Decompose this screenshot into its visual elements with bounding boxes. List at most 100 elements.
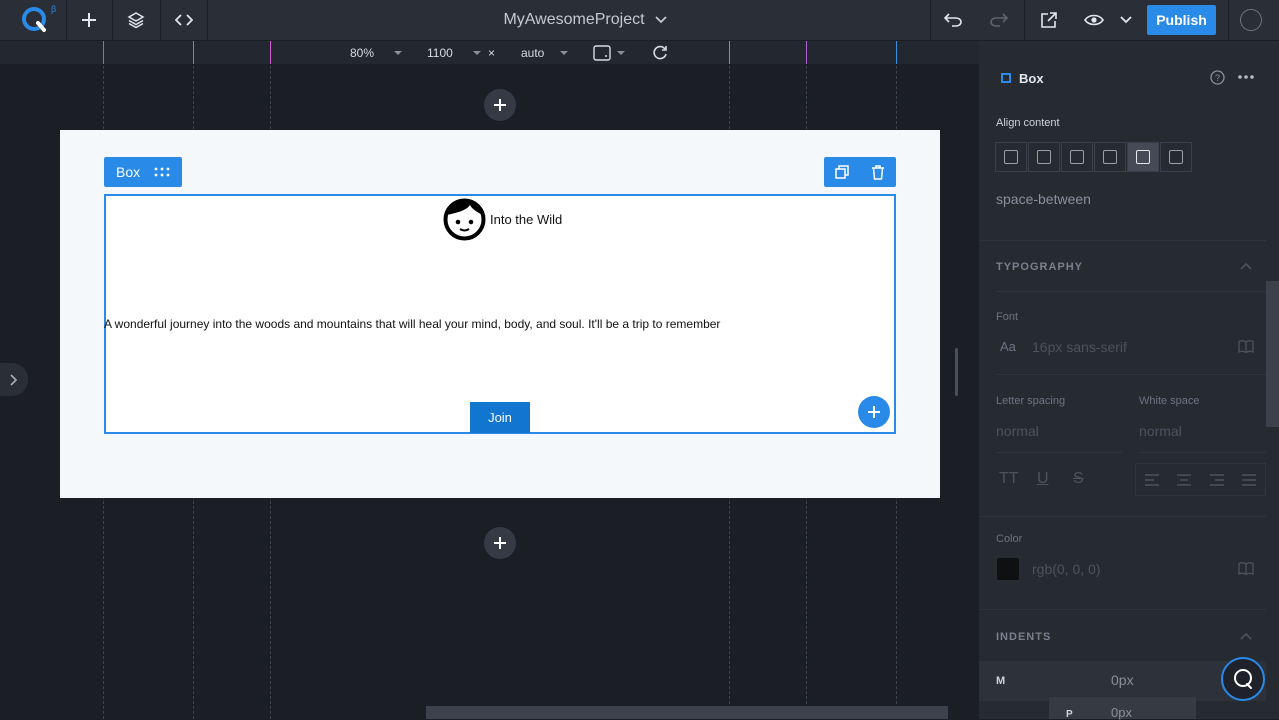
align-right-icon[interactable] xyxy=(1209,473,1224,486)
typography-section-title: TYPOGRAPHY xyxy=(996,261,1084,273)
book-icon[interactable] xyxy=(1238,340,1254,353)
refresh-button[interactable] xyxy=(652,41,668,64)
more-icon[interactable] xyxy=(1238,75,1254,79)
align-content-options xyxy=(995,142,1193,174)
strikethrough-icon[interactable]: S xyxy=(1073,470,1084,488)
align-stretch-option[interactable] xyxy=(1094,142,1126,172)
preview-menu-button[interactable] xyxy=(1115,0,1137,40)
align-end-option[interactable] xyxy=(1061,142,1093,172)
text-transform-icon[interactable]: TT xyxy=(999,470,1019,488)
undo-button[interactable] xyxy=(931,0,975,40)
external-link-icon xyxy=(1041,12,1057,28)
margin-label: M xyxy=(996,675,1006,687)
refresh-icon xyxy=(653,45,667,59)
redo-button[interactable] xyxy=(977,0,1021,40)
chevron-up-icon[interactable] xyxy=(1240,262,1252,270)
paragraph-text: A wonderful journey into the woods and m… xyxy=(104,317,721,331)
project-selector[interactable]: MyAwesomeProject xyxy=(470,0,700,40)
add-section-above-button[interactable] xyxy=(484,89,516,121)
left-panel-toggle[interactable] xyxy=(0,363,28,396)
layers-button[interactable] xyxy=(113,0,159,40)
plus-icon xyxy=(868,406,880,418)
eye-icon xyxy=(1084,14,1104,26)
align-content-label: Align content xyxy=(996,117,1060,129)
zoom-select[interactable]: 80% xyxy=(350,41,403,64)
project-name: MyAwesomeProject xyxy=(503,11,645,28)
width-select[interactable]: 1100 xyxy=(427,41,481,64)
align-center-text-icon[interactable] xyxy=(1177,473,1192,486)
letter-spacing-value[interactable]: normal xyxy=(996,423,1039,439)
join-button[interactable]: Join xyxy=(470,402,530,433)
add-element-button[interactable] xyxy=(67,0,111,40)
undo-icon xyxy=(944,13,962,27)
times-sign: × xyxy=(488,45,496,60)
add-section-below-button[interactable] xyxy=(484,527,516,559)
app-logo[interactable]: β xyxy=(10,0,60,40)
selection-tools xyxy=(824,157,896,187)
chat-support-button[interactable] xyxy=(1221,657,1265,701)
trash-icon[interactable] xyxy=(871,164,885,180)
user-avatar[interactable] xyxy=(1240,9,1262,31)
align-space-between-option[interactable] xyxy=(1127,142,1159,172)
margin-value[interactable]: 0px xyxy=(1111,672,1134,688)
add-inside-button[interactable] xyxy=(858,396,890,428)
color-value[interactable]: rgb(0, 0, 0) xyxy=(1032,561,1100,577)
white-space-label: White space xyxy=(1139,395,1200,407)
canvas-resize-handle[interactable] xyxy=(955,348,958,396)
chevron-up-icon[interactable] xyxy=(1240,632,1252,640)
horizontal-scrollbar[interactable] xyxy=(426,706,948,719)
viewport-toolbar: 80% 1100 × auto xyxy=(0,41,979,64)
align-stretch-icon xyxy=(1103,150,1117,164)
align-space-between-icon xyxy=(1136,150,1150,164)
caret-down-icon xyxy=(472,50,481,55)
underline-icon[interactable]: U xyxy=(1037,470,1049,488)
padding-value[interactable]: 0px xyxy=(1111,705,1132,720)
align-justify-icon[interactable] xyxy=(1241,473,1256,486)
device-select[interactable] xyxy=(593,41,625,64)
layers-icon xyxy=(127,12,145,29)
align-start-icon xyxy=(1004,150,1018,164)
duplicate-icon[interactable] xyxy=(835,165,849,179)
code-button[interactable] xyxy=(161,0,207,40)
align-center-icon xyxy=(1037,150,1051,164)
white-space-value[interactable]: normal xyxy=(1139,423,1182,439)
width-value: 1100 xyxy=(427,45,453,60)
caret-down-icon xyxy=(394,50,403,55)
preview-button[interactable] xyxy=(1073,0,1115,40)
chevron-down-icon xyxy=(654,16,667,24)
color-swatch[interactable] xyxy=(997,558,1019,580)
selected-box[interactable] xyxy=(104,194,896,434)
text-align-group xyxy=(1135,463,1266,496)
publish-button[interactable]: Publish xyxy=(1147,5,1216,35)
font-label: Font xyxy=(996,311,1019,323)
heading-text: Into the Wild xyxy=(490,212,563,227)
align-end-icon xyxy=(1070,150,1084,164)
align-start-option[interactable] xyxy=(995,142,1027,172)
align-left-icon[interactable] xyxy=(1145,473,1160,486)
chat-icon xyxy=(1234,669,1252,689)
align-space-around-icon xyxy=(1169,150,1183,164)
help-icon[interactable]: ? xyxy=(1210,70,1225,85)
height-select[interactable]: auto xyxy=(521,41,569,64)
align-space-around-option[interactable] xyxy=(1160,142,1192,172)
tablet-icon xyxy=(593,44,611,61)
selection-label-text: Box xyxy=(116,164,141,180)
plus-icon xyxy=(494,537,506,549)
panel-scrollbar[interactable] xyxy=(1266,281,1279,427)
plus-icon xyxy=(82,13,96,27)
plus-icon xyxy=(494,99,506,111)
top-bar: β MyAwesomeProject Publish xyxy=(0,0,1279,41)
zoom-value: 80% xyxy=(350,45,375,60)
font-value[interactable]: 16px sans-serif xyxy=(1032,339,1127,355)
drag-handle-icon[interactable] xyxy=(154,167,170,177)
book-icon[interactable] xyxy=(1238,562,1254,575)
selection-label[interactable]: Box xyxy=(104,157,182,187)
letter-spacing-label: Letter spacing xyxy=(996,395,1066,407)
chevron-down-icon xyxy=(1120,16,1132,24)
open-preview-button[interactable] xyxy=(1027,0,1071,40)
color-label: Color xyxy=(996,533,1023,545)
align-center-option[interactable] xyxy=(1028,142,1060,172)
redo-icon xyxy=(990,13,1008,27)
height-value: auto xyxy=(521,45,545,60)
panel-title: Box xyxy=(1001,66,1044,90)
